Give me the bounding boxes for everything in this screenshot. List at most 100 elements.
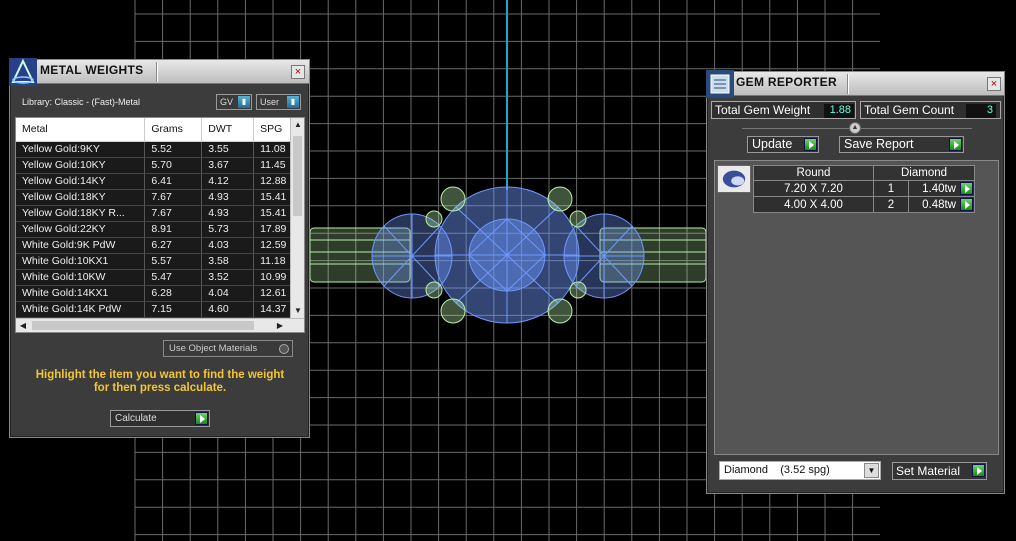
metal-cell: Yellow Gold:9KY <box>16 141 146 158</box>
play-arrow-icon <box>972 464 985 477</box>
save-report-label: Save Report <box>844 137 914 151</box>
metal-cell: 4.60 <box>201 301 255 318</box>
total-gem-weight-label: Total Gem Weight <box>715 103 811 117</box>
gem-weight[interactable]: 0.48tw <box>908 196 975 213</box>
total-gem-count: Total Gem Count 3 <box>860 101 1001 119</box>
scroll-right-icon[interactable]: ▶ <box>273 319 287 332</box>
metal-cell: 7.67 <box>144 205 203 222</box>
metal-cell: Yellow Gold:10KY <box>16 157 146 174</box>
gem-size: 4.00 X 4.00 <box>753 196 874 213</box>
titlebar-divider <box>847 74 848 94</box>
metal-row[interactable]: White Gold:10KW 5.47 3.52 10.99 <box>16 269 303 286</box>
scroll-up-icon[interactable]: ▲ <box>291 118 304 132</box>
play-arrow-icon <box>195 412 208 425</box>
metal-cell: White Gold:9K PdW <box>16 237 146 254</box>
radio-icon <box>279 344 289 354</box>
gem-count: 2 <box>873 196 909 213</box>
total-gem-weight: Total Gem Weight 1.88 <box>711 101 856 119</box>
update-button[interactable]: Update <box>747 136 819 153</box>
chevron-down-icon: ▼ <box>864 463 879 478</box>
dropdown-arrow-icon: ▮ <box>287 96 299 108</box>
calculate-label: Calculate <box>115 413 157 424</box>
metal-cell: 3.55 <box>201 141 255 158</box>
metal-row[interactable]: White Gold:9K PdW 6.27 4.03 12.59 <box>16 237 303 254</box>
play-arrow-icon <box>949 138 962 151</box>
metal-row[interactable]: White Gold:10KX1 5.57 3.58 11.18 <box>16 253 303 270</box>
metal-weights-title: METAL WEIGHTS <box>40 63 144 77</box>
metal-cell: 4.03 <box>201 237 255 254</box>
gem-reporter-titlebar[interactable]: GEM REPORTER × <box>706 70 1004 98</box>
play-arrow-icon[interactable] <box>960 198 973 211</box>
metal-cell: 7.15 <box>144 301 203 318</box>
metal-cell: 5.73 <box>201 221 255 238</box>
hint-line-1: Highlight the item you want to find the … <box>35 369 285 381</box>
metal-row[interactable]: Yellow Gold:22KY 8.91 5.73 17.89 <box>16 221 303 238</box>
metal-cell: 3.58 <box>201 253 255 270</box>
gv-dropdown-label: GV <box>220 97 234 107</box>
metal-row[interactable]: Yellow Gold:9KY 5.52 3.55 11.08 <box>16 141 303 158</box>
metal-row[interactable]: Yellow Gold:18KY 7.67 4.93 15.41 <box>16 189 303 206</box>
metal-cell: White Gold:14KX1 <box>16 285 146 302</box>
gem-reporter-close-icon[interactable]: × <box>987 77 1001 91</box>
metal-column-header[interactable]: Metal <box>16 118 146 142</box>
scroll-thumb[interactable] <box>32 321 254 330</box>
metal-row[interactable]: White Gold:14K PdW 7.15 4.60 14.37 <box>16 301 303 318</box>
gem-row[interactable]: 7.20 X 7.20 1 1.40tw <box>753 180 975 197</box>
metal-table-vertical-scrollbar[interactable]: ▲ ▼ <box>290 118 304 318</box>
total-gem-count-label: Total Gem Count <box>864 103 955 117</box>
metal-cell: 6.41 <box>144 173 203 190</box>
metal-cell: White Gold:10KW <box>16 269 146 286</box>
metal-weights-app-icon <box>9 58 37 86</box>
scroll-left-icon[interactable]: ◀ <box>16 319 30 332</box>
play-arrow-icon[interactable] <box>960 182 973 195</box>
gem-list[interactable]: Round Diamond 7.20 X 7.20 1 1.40tw 4.00 … <box>714 160 999 455</box>
metal-cell: 3.67 <box>201 157 255 174</box>
gem-weight-value: 1.40tw <box>922 182 956 195</box>
metal-cell: Yellow Gold:18KY <box>16 189 146 206</box>
user-dropdown[interactable]: User ▮ <box>256 94 301 110</box>
round-diamond-icon <box>717 165 751 193</box>
save-report-button[interactable]: Save Report <box>839 136 964 153</box>
gv-dropdown[interactable]: GV ▮ <box>216 94 252 110</box>
metal-row[interactable]: White Gold:14KX1 6.28 4.04 12.61 <box>16 285 303 302</box>
metal-cell: 3.52 <box>201 269 255 286</box>
scroll-down-icon[interactable]: ▼ <box>291 304 304 318</box>
gem-weight[interactable]: 1.40tw <box>908 180 975 197</box>
metal-cell: Yellow Gold:22KY <box>16 221 146 238</box>
metal-cell: White Gold:14K PdW <box>16 301 146 318</box>
use-object-materials-toggle[interactable]: Use Object Materials <box>163 340 293 357</box>
metal-weights-close-icon[interactable]: × <box>291 65 305 79</box>
metal-cell: 4.93 <box>201 189 255 206</box>
metal-table-horizontal-scrollbar[interactable]: ◀ ▶ <box>16 318 304 332</box>
dropdown-arrow-icon: ▮ <box>238 96 250 108</box>
metal-cell: 6.28 <box>144 285 203 302</box>
metal-row[interactable]: Yellow Gold:10KY 5.70 3.67 11.45 <box>16 157 303 174</box>
metal-table[interactable]: Metal Grams DWT SPG Yellow Gold:9KY 5.52 3.55… <box>15 117 305 333</box>
gem-weight-value: 0.48tw <box>922 198 956 211</box>
metal-row[interactable]: Yellow Gold:18KY R... 7.67 4.93 15.41 <box>16 205 303 222</box>
material-select-value: Diamond (3.52 spg) <box>724 464 830 476</box>
gem-row[interactable]: 4.00 X 4.00 2 0.48tw <box>753 196 975 213</box>
metal-cell: Yellow Gold:14KY <box>16 173 146 190</box>
gem-header-shape: Round <box>753 165 874 181</box>
metal-weights-titlebar[interactable]: METAL WEIGHTS × <box>9 58 309 86</box>
gem-reporter-app-icon <box>706 70 734 98</box>
collapse-toggle-icon[interactable]: ▲ <box>849 122 861 134</box>
metal-cell: 6.27 <box>144 237 203 254</box>
gem-header-material: Diamond <box>873 165 975 181</box>
scroll-thumb[interactable] <box>293 136 302 216</box>
set-material-button[interactable]: Set Material <box>892 462 987 480</box>
metal-row[interactable]: Yellow Gold:14KY 6.41 4.12 12.88 <box>16 173 303 190</box>
set-material-label: Set Material <box>896 464 961 478</box>
metal-column-header[interactable]: DWT <box>201 118 255 142</box>
metal-weights-panel: METAL WEIGHTS × Library: Classic - (Fast… <box>9 58 310 438</box>
metal-cell: Yellow Gold:18KY R... <box>16 205 146 222</box>
metal-cell: White Gold:10KX1 <box>16 253 146 270</box>
material-select[interactable]: Diamond (3.52 spg) ▼ <box>719 461 881 480</box>
metal-cell: 4.12 <box>201 173 255 190</box>
metal-column-header[interactable]: Grams <box>144 118 203 142</box>
metal-cell: 4.04 <box>201 285 255 302</box>
total-gem-count-value: 3 <box>966 104 996 118</box>
calculate-button[interactable]: Calculate <box>110 410 210 427</box>
update-label: Update <box>752 137 793 151</box>
